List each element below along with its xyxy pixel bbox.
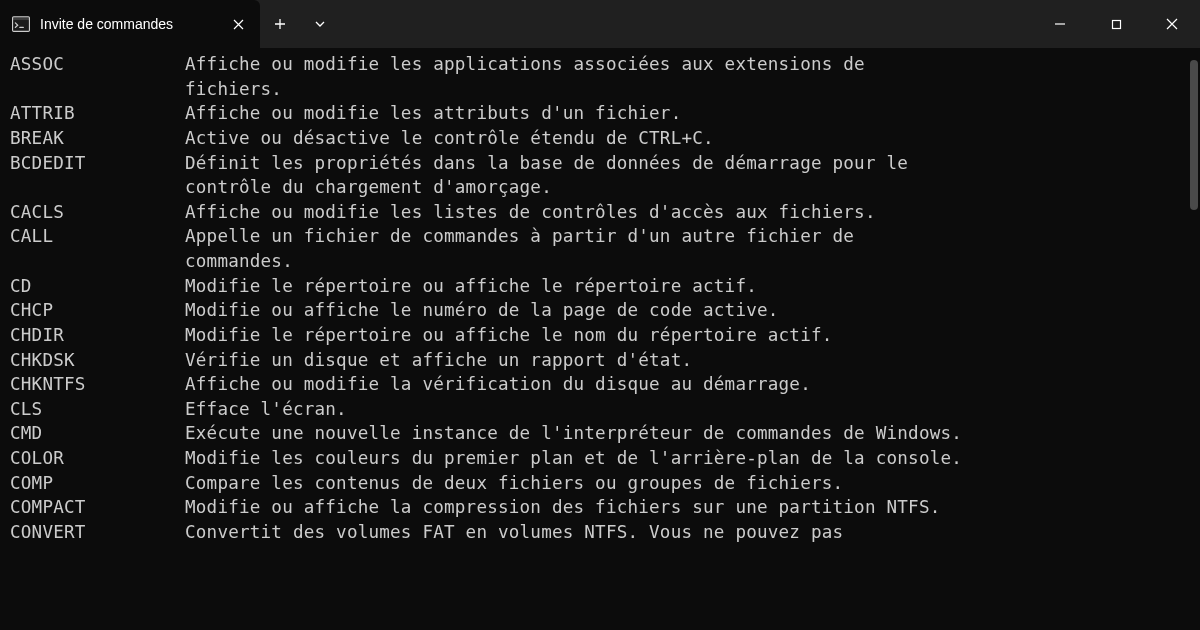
svg-rect-1 bbox=[13, 17, 30, 20]
command-description: Affiche ou modifie les listes de contrôl… bbox=[185, 200, 876, 225]
command-description-cont: fichiers. bbox=[10, 77, 1190, 102]
tab-active[interactable]: Invite de commandes bbox=[0, 0, 260, 48]
command-description: Modifie ou affiche la compression des fi… bbox=[185, 495, 940, 520]
command-name: CLS bbox=[10, 397, 185, 422]
terminal-output[interactable]: ASSOCAffiche ou modifie les applications… bbox=[0, 48, 1200, 630]
command-name: COLOR bbox=[10, 446, 185, 471]
command-row: COLORModifie les couleurs du premier pla… bbox=[10, 446, 1190, 471]
command-row: CACLSAffiche ou modifie les listes de co… bbox=[10, 200, 1190, 225]
command-row: CDModifie le répertoire ou affiche le ré… bbox=[10, 274, 1190, 299]
command-description: Modifie le répertoire ou affiche le répe… bbox=[185, 274, 757, 299]
command-description: Affiche ou modifie les attributs d'un fi… bbox=[185, 101, 681, 126]
command-row: CMDExécute une nouvelle instance de l'in… bbox=[10, 421, 1190, 446]
command-name: CACLS bbox=[10, 200, 185, 225]
command-row: CHKDSKVérifie un disque et affiche un ra… bbox=[10, 348, 1190, 373]
minimize-button[interactable] bbox=[1032, 0, 1088, 48]
command-description: Exécute une nouvelle instance de l'inter… bbox=[185, 421, 962, 446]
command-name: CHKNTFS bbox=[10, 372, 185, 397]
command-row: CALLAppelle un fichier de commandes à pa… bbox=[10, 224, 1190, 249]
command-name: CALL bbox=[10, 224, 185, 249]
command-row: CHDIRModifie le répertoire ou affiche le… bbox=[10, 323, 1190, 348]
command-row: ATTRIBAffiche ou modifie les attributs d… bbox=[10, 101, 1190, 126]
titlebar-drag-area[interactable] bbox=[340, 0, 1032, 48]
command-row: BREAKActive ou désactive le contrôle éte… bbox=[10, 126, 1190, 151]
command-name: ATTRIB bbox=[10, 101, 185, 126]
command-row: CONVERTConvertit des volumes FAT en volu… bbox=[10, 520, 1190, 545]
terminal-icon bbox=[12, 15, 30, 33]
command-name: CHDIR bbox=[10, 323, 185, 348]
command-description: Vérifie un disque et affiche un rapport … bbox=[185, 348, 692, 373]
command-row: CLSEfface l'écran. bbox=[10, 397, 1190, 422]
command-description: Appelle un fichier de commandes à partir… bbox=[185, 224, 854, 249]
command-name: COMPACT bbox=[10, 495, 185, 520]
command-name: COMP bbox=[10, 471, 185, 496]
tab-title: Invite de commandes bbox=[40, 16, 218, 32]
tab-dropdown-button[interactable] bbox=[300, 0, 340, 48]
command-row: COMPACTModifie ou affiche la compression… bbox=[10, 495, 1190, 520]
command-description: Affiche ou modifie la vérification du di… bbox=[185, 372, 811, 397]
tab-actions bbox=[260, 0, 340, 48]
command-name: CMD bbox=[10, 421, 185, 446]
command-description: Modifie les couleurs du premier plan et … bbox=[185, 446, 962, 471]
command-row: CHKNTFSAffiche ou modifie la vérificatio… bbox=[10, 372, 1190, 397]
command-description: Modifie le répertoire ou affiche le nom … bbox=[185, 323, 833, 348]
command-name: CD bbox=[10, 274, 185, 299]
command-name: BCDEDIT bbox=[10, 151, 185, 176]
command-name: CONVERT bbox=[10, 520, 185, 545]
command-description: Convertit des volumes FAT en volumes NTF… bbox=[185, 520, 843, 545]
command-row: CHCPModifie ou affiche le numéro de la p… bbox=[10, 298, 1190, 323]
command-description: Modifie ou affiche le numéro de la page … bbox=[185, 298, 779, 323]
command-description-cont: contrôle du chargement d'amorçage. bbox=[10, 175, 1190, 200]
command-description: Définit les propriétés dans la base de d… bbox=[185, 151, 908, 176]
command-description-cont: commandes. bbox=[10, 249, 1190, 274]
command-description: Compare les contenus de deux fichiers ou… bbox=[185, 471, 843, 496]
new-tab-button[interactable] bbox=[260, 0, 300, 48]
scrollbar-thumb[interactable] bbox=[1190, 60, 1198, 210]
command-description: Active ou désactive le contrôle étendu d… bbox=[185, 126, 714, 151]
titlebar: Invite de commandes bbox=[0, 0, 1200, 48]
command-name: ASSOC bbox=[10, 52, 185, 77]
command-row: BCDEDITDéfinit les propriétés dans la ba… bbox=[10, 151, 1190, 176]
window-controls bbox=[1032, 0, 1200, 48]
command-row: ASSOCAffiche ou modifie les applications… bbox=[10, 52, 1190, 77]
command-description: Efface l'écran. bbox=[185, 397, 347, 422]
command-name: CHCP bbox=[10, 298, 185, 323]
tab-close-button[interactable] bbox=[228, 14, 248, 34]
command-description: Affiche ou modifie les applications asso… bbox=[185, 52, 865, 77]
command-row: COMPCompare les contenus de deux fichier… bbox=[10, 471, 1190, 496]
command-name: BREAK bbox=[10, 126, 185, 151]
close-button[interactable] bbox=[1144, 0, 1200, 48]
svg-rect-4 bbox=[1112, 20, 1120, 28]
maximize-button[interactable] bbox=[1088, 0, 1144, 48]
command-name: CHKDSK bbox=[10, 348, 185, 373]
